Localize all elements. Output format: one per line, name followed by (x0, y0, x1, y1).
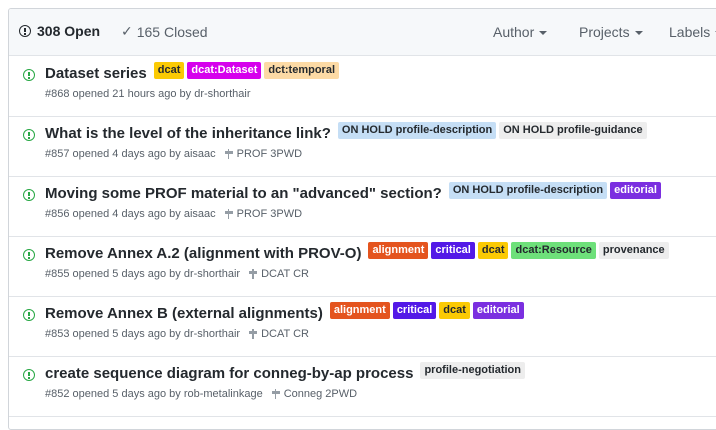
issue-meta: #853 opened 5 days ago by dr-shorthair DC… (45, 328, 309, 340)
milestone-icon (224, 209, 233, 219)
open-count-label: 308 Open (37, 23, 101, 39)
issue-title-line: create sequence diagram for conneg-by-ap… (45, 362, 525, 382)
author-filter-label: Author (493, 24, 535, 40)
issue-meta: #856 opened 4 days ago by aisaac PROF 3PW… (45, 208, 302, 220)
author-filter[interactable]: Author (493, 24, 548, 40)
closed-count-label: 165 Closed (136, 23, 208, 40)
issue-label[interactable]: alignment (368, 242, 429, 259)
issue-title-link[interactable]: Dataset series (45, 65, 147, 82)
milestone-link[interactable]: DCAT CR (261, 268, 309, 280)
issue-label[interactable]: critical (392, 302, 437, 319)
issue-label[interactable]: editorial (472, 302, 524, 319)
issues-list-header: 308 Open ✓ 165 Closed Author Projects La… (9, 9, 716, 56)
milestone-icon (249, 269, 258, 279)
milestone-icon (224, 149, 233, 159)
issue-title-line: Remove Annex B (external alignments) alig… (45, 302, 524, 322)
issue-label[interactable]: dct:temporal (264, 62, 340, 79)
issue-meta: #852 opened 5 days ago by rob-metalinkag… (45, 388, 357, 400)
issue-meta-text: #856 opened 4 days ago by aisaac (45, 208, 216, 220)
labels-filter-label: Labels (669, 24, 711, 40)
issue-label[interactable]: alignment (329, 302, 390, 319)
milestone-link[interactable]: PROF 3PWD (237, 148, 302, 160)
projects-filter[interactable]: Projects (579, 24, 643, 40)
issue-title-line: Moving some PROF material to an "advance… (45, 182, 661, 202)
issue-title-line: Dataset series dcat dcat:Dataset dct:tempor… (45, 62, 340, 82)
issue-row[interactable]: Remove Annex B (external alignments) alig… (9, 296, 716, 357)
issue-title-link[interactable]: Remove Annex B (external alignments) (45, 305, 323, 322)
issue-opened-icon (23, 69, 35, 81)
issue-label[interactable]: critical (431, 242, 475, 259)
check-icon: ✓ (121, 23, 133, 39)
issue-label[interactable]: dcat (153, 62, 185, 79)
issue-title-link[interactable]: Moving some PROF material to an "advance… (45, 185, 442, 202)
issue-title-line: What is the level of the inheritance lin… (45, 122, 647, 142)
issue-label[interactable]: provenance (598, 242, 669, 259)
milestone-link[interactable]: Conneg 2PWD (284, 388, 357, 400)
issue-row[interactable]: Remove Annex A.2 (alignment with PROV-O)… (9, 236, 716, 297)
issue-opened-icon (23, 249, 35, 261)
milestone-link[interactable]: DCAT CR (261, 328, 309, 340)
issue-label[interactable]: dcat (477, 242, 509, 259)
issue-row[interactable]: create sequence diagram for conneg-by-ap… (9, 356, 716, 417)
issue-label[interactable]: dcat:Resource (511, 242, 596, 259)
issue-opened-icon (19, 25, 31, 37)
issue-meta-text: #852 opened 5 days ago by rob-metalinkag… (45, 388, 263, 400)
closed-issues-tab[interactable]: ✓ 165 Closed (121, 23, 208, 40)
chevron-down-icon (539, 31, 548, 35)
issue-label[interactable]: editorial (610, 182, 661, 199)
issue-label[interactable]: ON HOLD profile-description (448, 182, 608, 199)
issue-opened-icon (23, 129, 35, 141)
issue-title-link[interactable]: Remove Annex A.2 (alignment with PROV-O) (45, 245, 361, 262)
issue-meta-text: #853 opened 5 days ago by dr-shorthair (45, 328, 241, 340)
issue-title-link[interactable]: create sequence diagram for conneg-by-ap… (45, 365, 413, 382)
milestone-icon (249, 329, 258, 339)
issue-row[interactable]: Dataset series dcat dcat:Dataset dct:tempor… (9, 56, 716, 117)
issue-opened-icon (23, 369, 35, 381)
open-issues-tab[interactable]: 308 Open (19, 23, 100, 39)
labels-filter[interactable]: Labels (669, 24, 716, 40)
issue-meta: #855 opened 5 days ago by dr-shorthair DC… (45, 268, 309, 280)
issue-meta-text: #868 opened 21 hours ago by dr-shorthair (45, 88, 251, 100)
issue-row[interactable]: What is the level of the inheritance lin… (9, 116, 716, 177)
issue-meta-text: #855 opened 5 days ago by dr-shorthair (45, 268, 241, 280)
issue-label[interactable]: ON HOLD profile-description (337, 122, 497, 139)
issue-title-link[interactable]: What is the level of the inheritance lin… (45, 125, 331, 142)
issue-row[interactable]: Moving some PROF material to an "advance… (9, 176, 716, 237)
projects-filter-label: Projects (579, 24, 630, 40)
issue-label[interactable]: ON HOLD profile-guidance (499, 122, 647, 139)
issue-label[interactable]: profile-negotiation (420, 362, 525, 379)
milestone-link[interactable]: PROF 3PWD (237, 208, 302, 220)
issue-label[interactable]: dcat (439, 302, 470, 319)
milestone-icon (271, 389, 280, 399)
issue-meta: #868 opened 21 hours ago by dr-shorthair (45, 88, 250, 100)
issue-opened-icon (23, 189, 35, 201)
issue-label[interactable]: dcat:Dataset (187, 62, 262, 79)
issue-opened-icon (23, 309, 35, 321)
chevron-down-icon (634, 31, 643, 35)
issue-title-line: Remove Annex A.2 (alignment with PROV-O)… (45, 242, 669, 262)
issue-meta: #857 opened 4 days ago by aisaac PROF 3PW… (45, 148, 302, 160)
issue-meta-text: #857 opened 4 days ago by aisaac (45, 148, 216, 160)
issues-panel: 308 Open ✓ 165 Closed Author Projects La… (8, 8, 716, 430)
